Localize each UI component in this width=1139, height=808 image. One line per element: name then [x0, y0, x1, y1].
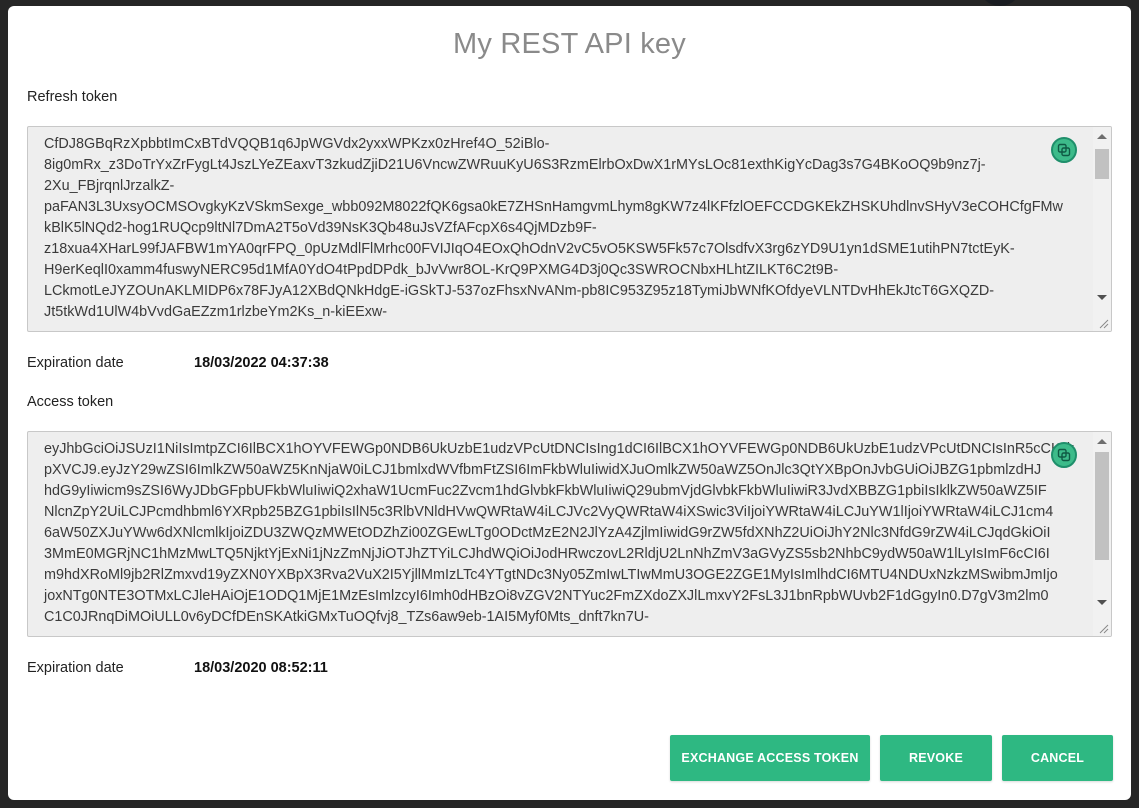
rest-api-key-dialog: My REST API key Refresh token CfDJ8GBqRz… [8, 6, 1131, 800]
scroll-up-arrow-icon[interactable] [1097, 134, 1107, 139]
revoke-button[interactable]: REVOKE [880, 735, 992, 781]
token-line: H9erKeqlI0xamm4fuswyNERC95d1MfA0YdO4tPpd… [44, 262, 839, 278]
scroll-thumb[interactable] [1095, 149, 1109, 179]
token-line: z18xua4XHarL99fJAFBW1mYA0qrFPQ_0pUzMdlFl… [44, 241, 1015, 257]
token-line: Jt5tkWd1UlW4bVvdGaEZzm1rlzbeYm2Ks_n-kiEE… [44, 304, 388, 320]
scroll-up-arrow-icon[interactable] [1097, 439, 1107, 444]
access-token-scrollbar[interactable] [1093, 432, 1111, 636]
access-token-text[interactable]: eyJhbGciOiJSUzI1NiIsImtpZCI6IlBCX1hOYVFE… [44, 439, 1074, 628]
token-line: m9hdXRoMl9jb2RlZmxvd19yZXN0YXBpX3Rva2VuX… [44, 567, 1058, 583]
scroll-down-arrow-icon[interactable] [1097, 295, 1107, 300]
copy-icon [1057, 448, 1071, 462]
token-line: 6aW50ZXJuYWw6dXNlcmlkIjoiZDU3ZWQzMWEtODZ… [44, 525, 1051, 541]
token-line: 8ig0mRx_z3DoTrYxZrFygLt4JszLYeZEaxvT3zku… [44, 157, 986, 173]
refresh-token-text[interactable]: CfDJ8GBqRzXpbbtImCxBTdVQQB1q6JpWGVdx2yxx… [44, 134, 1074, 323]
access-expiration-label: Expiration date [27, 660, 124, 676]
scroll-down-arrow-icon[interactable] [1097, 600, 1107, 605]
resize-grip-icon[interactable] [1097, 317, 1109, 329]
token-line: LCkmotLeJYZOUnAKLMIDP6x78FJyA12XBdQNkHdg… [44, 283, 995, 299]
dialog-title: My REST API key [453, 28, 686, 60]
token-line: joxNTg0NTE3OTMxLCJleHAiOjE1ODQ1MjE1MzEsI… [44, 588, 1049, 604]
refresh-expiration-value: 18/03/2022 04:37:38 [194, 355, 329, 371]
copy-refresh-token-button[interactable] [1051, 137, 1077, 163]
access-token-label: Access token [27, 394, 114, 410]
token-line: C1C0JRnqDiMOiULL0v6yDCfDEnSKAtkiGMxTuOQf… [44, 609, 649, 625]
token-line: hdG9yIiwicm9sZSI6WyJDbGFpbUFkbWluIiwiQ2x… [44, 483, 1047, 499]
refresh-token-label: Refresh token [27, 89, 118, 105]
token-line: CfDJ8GBqRzXpbbtImCxBTdVQQB1q6JpWGVdx2yxx… [44, 136, 550, 152]
copy-icon [1057, 143, 1071, 157]
scroll-thumb[interactable] [1095, 452, 1109, 560]
cancel-button[interactable]: CANCEL [1002, 735, 1113, 781]
refresh-token-textarea[interactable]: CfDJ8GBqRzXpbbtImCxBTdVQQB1q6JpWGVdx2yxx… [27, 126, 1112, 332]
token-line: NlcnZpY2UiLCJPcmdhbml6YXRpb25BZG1pbiIsIl… [44, 504, 1054, 520]
access-token-textarea[interactable]: eyJhbGciOiJSUzI1NiIsImtpZCI6IlBCX1hOYVFE… [27, 431, 1112, 637]
exchange-access-token-button[interactable]: EXCHANGE ACCESS TOKEN [670, 735, 870, 781]
token-line: 3MmE0MGRjNC1hMzMwLTQ5NjktYjExNi1jNzZmNjJ… [44, 546, 1050, 562]
token-line: kBlK5lNQd2-hog1RUQcp9ltNl7DmA2T5oVd39NsK… [44, 220, 597, 236]
refresh-token-scrollbar[interactable] [1093, 127, 1111, 331]
resize-grip-icon[interactable] [1097, 622, 1109, 634]
refresh-expiration-label: Expiration date [27, 355, 124, 371]
token-line: paFAN3L3UxsyOCMSOvgkyKzVSkmSexge_wbb092M… [44, 199, 1063, 215]
copy-access-token-button[interactable] [1051, 442, 1077, 468]
token-line: eyJhbGciOiJSUzI1NiIsImtpZCI6IlBCX1hOYVFE… [44, 441, 1075, 457]
token-line: 2Xu_FBjrqnlJrzalkZ- [44, 178, 175, 194]
token-line: pXVCJ9.eyJzY29wZSI6ImlkZW50aWZ5KnNjaW0iL… [44, 462, 1042, 478]
access-expiration-value: 18/03/2020 08:52:11 [194, 660, 328, 676]
